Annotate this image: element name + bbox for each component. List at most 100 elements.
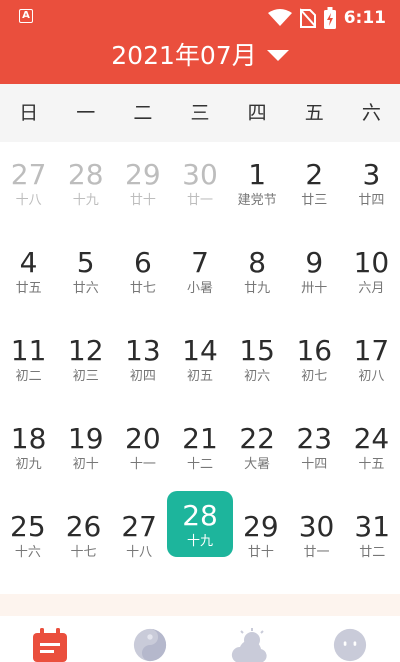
calendar-week-row: 27 十八 28 十九 29 廿十 30 廿一 1 建党节 2 廿三 3 廿四	[0, 142, 400, 230]
day-number: 29	[243, 510, 279, 543]
status-icons: 6:11	[267, 6, 386, 30]
calendar-day-today[interactable]: 28 十九	[167, 491, 234, 582]
lunar-date: 初九	[15, 457, 42, 472]
calendar-day[interactable]: 10 六月	[343, 230, 400, 318]
day-number: 10	[353, 246, 390, 279]
day-number: 24	[353, 422, 390, 455]
lunar-date: 六月	[358, 281, 385, 296]
lunar-date: 初四	[129, 369, 156, 384]
day-number: 18	[10, 422, 47, 455]
day-number: 27	[121, 510, 157, 543]
calendar-day[interactable]: 3 廿四	[343, 142, 400, 230]
calendar-day[interactable]: 12 初三	[57, 318, 114, 406]
lunar-date: 建党节	[237, 193, 277, 208]
today-highlight: 28 十九	[167, 491, 234, 557]
app-notification-icon: A	[19, 9, 33, 23]
lunar-date: 廿四	[358, 193, 385, 208]
calendar-day[interactable]: 7 小暑	[171, 230, 228, 318]
calendar-day[interactable]: 23 十四	[286, 406, 343, 494]
calendar-day[interactable]: 13 初四	[114, 318, 171, 406]
lunar-date: 十九	[187, 533, 214, 549]
day-number: 17	[353, 334, 390, 367]
lunar-date: 十七	[70, 545, 97, 560]
lunar-date: 廿五	[15, 281, 42, 296]
calendar-day[interactable]: 5 廿六	[57, 230, 114, 318]
calendar-day[interactable]: 14 初五	[171, 318, 228, 406]
lunar-date: 初六	[244, 369, 271, 384]
calendar-day[interactable]: 6 廿七	[114, 230, 171, 318]
calendar-day[interactable]: 29 廿十	[233, 494, 289, 582]
calendar-week-row: 4 廿五 5 廿六 6 廿七 7 小暑 8 廿九 9 卅十 10 六月	[0, 230, 400, 318]
lunar-date: 廿一	[303, 545, 330, 560]
lunar-date: 廿十	[129, 193, 156, 208]
calendar-day[interactable]: 11 初二	[0, 318, 57, 406]
calendar-day[interactable]: 21 十二	[171, 406, 228, 494]
calendar-day[interactable]: 24 十五	[343, 406, 400, 494]
app-header: 2021年07月	[0, 36, 400, 84]
tab-calendar[interactable]	[0, 616, 100, 662]
lunar-date: 十九	[72, 193, 99, 208]
lunar-date: 初五	[186, 369, 213, 384]
lunar-date: 廿十	[247, 545, 274, 560]
lunar-date: 十二	[186, 457, 213, 472]
tab-profile[interactable]	[300, 616, 400, 662]
calendar-day[interactable]: 26 十七	[56, 494, 112, 582]
calendar-day[interactable]: 16 初七	[286, 318, 343, 406]
calendar-day[interactable]: 30 廿一	[171, 142, 228, 230]
tab-weather[interactable]	[200, 616, 300, 662]
day-number: 13	[125, 334, 161, 367]
calendar-day[interactable]: 27 十八	[0, 142, 57, 230]
weekday-fri: 五	[304, 102, 324, 124]
calendar-day[interactable]: 19 初十	[57, 406, 114, 494]
calendar-day[interactable]: 20 十一	[114, 406, 171, 494]
weekday-wed: 三	[190, 102, 210, 124]
calendar-day[interactable]: 22 大暑	[229, 406, 286, 494]
calendar-day[interactable]: 27 十八	[111, 494, 167, 582]
day-number: 14	[182, 334, 218, 367]
lunar-date: 廿七	[129, 281, 156, 296]
tab-almanac[interactable]	[100, 616, 200, 662]
lunar-date: 廿三	[301, 193, 328, 208]
calendar-day[interactable]: 31 廿二	[344, 494, 400, 582]
month-picker[interactable]: 2021年07月	[0, 36, 400, 72]
face-icon	[333, 628, 367, 662]
lunar-date: 十五	[358, 457, 385, 472]
weekday-sun: 日	[19, 102, 39, 124]
calendar-day[interactable]: 25 十六	[0, 494, 56, 582]
lunar-date: 廿九	[244, 281, 271, 296]
status-time: 6:11	[343, 8, 386, 28]
lunar-date: 廿六	[72, 281, 99, 296]
day-number: 1	[248, 158, 267, 191]
day-number: 22	[239, 422, 275, 455]
calendar-day[interactable]: 29 廿十	[114, 142, 171, 230]
calendar-day[interactable]: 8 廿九	[229, 230, 286, 318]
day-number: 31	[354, 510, 391, 543]
day-number: 29	[125, 158, 161, 191]
calendar-day[interactable]: 18 初九	[0, 406, 57, 494]
calendar-day[interactable]: 2 廿三	[286, 142, 343, 230]
calendar-day[interactable]: 15 初六	[229, 318, 286, 406]
info-strip	[0, 594, 400, 616]
yin-yang-icon	[133, 628, 167, 662]
day-number: 26	[65, 510, 102, 543]
day-number: 7	[191, 246, 209, 279]
calendar-day[interactable]: 4 廿五	[0, 230, 57, 318]
calendar-grid: 27 十八 28 十九 29 廿十 30 廿一 1 建党节 2 廿三 3 廿四 4 廿五 5 廿六 6 廿七 7 小暑 8 廿…	[0, 142, 400, 582]
day-number: 20	[125, 422, 161, 455]
weekday-thu: 四	[247, 102, 267, 124]
day-number: 19	[67, 422, 104, 455]
day-number: 30	[182, 158, 218, 191]
calendar-day[interactable]: 9 卅十	[286, 230, 343, 318]
month-title-text: 2021年07月	[111, 41, 257, 70]
calendar-day[interactable]: 1 建党节	[229, 142, 286, 230]
day-number: 30	[298, 510, 335, 543]
calendar-day[interactable]: 30 廿一	[289, 494, 345, 582]
weekday-sat: 六	[361, 102, 381, 124]
day-number: 9	[305, 246, 324, 279]
lunar-date: 初十	[72, 457, 99, 472]
calendar-day[interactable]: 17 初八	[343, 318, 400, 406]
bottom-tab-bar	[0, 616, 400, 662]
calendar-day[interactable]: 28 十九	[57, 142, 114, 230]
day-number: 15	[239, 334, 275, 367]
calendar-week-row: 18 初九 19 初十 20 十一 21 十二 22 大暑 23 十四 24 十五	[0, 406, 400, 494]
